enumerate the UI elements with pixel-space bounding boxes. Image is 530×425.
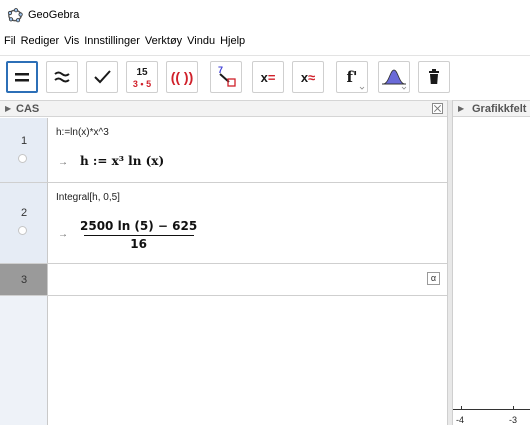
substitute-tool[interactable]: 7: [210, 61, 242, 93]
evaluate-tool[interactable]: [6, 61, 38, 93]
output-arrow-icon: →: [58, 157, 68, 168]
output-arrow-icon: →: [58, 229, 68, 240]
substitute-icon: 7: [218, 65, 236, 87]
x-tick-label: -4: [456, 415, 465, 425]
menu-fil[interactable]: Fil: [4, 35, 16, 47]
trash-icon: [429, 69, 439, 84]
menu-innstillinger[interactable]: Innstillinger: [84, 35, 140, 47]
menu-rediger[interactable]: Rediger: [21, 35, 60, 47]
probability-tool[interactable]: [378, 61, 410, 93]
collapse-triangle-icon[interactable]: ▶: [458, 104, 464, 113]
solve-numerically-tool[interactable]: x ≈: [292, 61, 324, 93]
cas-row-2[interactable]: 2 Integral[h, 0,5] → 2500 ln (5) − 625 1…: [0, 183, 447, 264]
factor-bottom-label: 3 • 5: [133, 79, 151, 89]
menu-vindu[interactable]: Vindu: [187, 35, 215, 47]
x-tick: [513, 406, 514, 410]
expand-tool[interactable]: (( )): [166, 61, 198, 93]
fraction-bar: [83, 235, 194, 236]
row-number: 2: [20, 207, 28, 219]
solve-icon: x =: [260, 69, 276, 85]
row-header[interactable]: 3: [0, 264, 48, 295]
title-bar: GeoGebra: [0, 0, 530, 30]
equals-icon: [15, 73, 29, 82]
chevron-down-icon: [359, 86, 365, 90]
keep-input-tool[interactable]: [86, 61, 118, 93]
row-number: 1: [20, 135, 28, 147]
x-axis: [453, 409, 530, 410]
menu-vis[interactable]: Vis: [64, 35, 79, 47]
cas-view: 1 h:=ln(x)*x^3 → h := x³ ln (x) 2 Integr…: [0, 118, 447, 425]
graphics-view-header: ▶ Grafikkfelt: [453, 100, 530, 117]
numeric-tool[interactable]: [46, 61, 78, 93]
delete-tool[interactable]: [418, 61, 450, 93]
solve-numerically-icon: x ≈: [300, 69, 316, 85]
graphics-view-title: Grafikkfelt: [472, 103, 527, 115]
solve-tool[interactable]: x =: [252, 61, 284, 93]
checkmark-icon: [94, 70, 111, 84]
expand-label: (( )): [171, 69, 194, 85]
factor-top-label: 15: [136, 67, 148, 78]
cas-view-header: ▶ CAS: [0, 100, 447, 117]
factor-tool[interactable]: 15 3 • 5: [126, 61, 158, 93]
x-tick-label: -3: [509, 415, 518, 425]
cas-input[interactable]: h:=ln(x)*x^3: [56, 127, 109, 138]
cas-view-title: CAS: [16, 103, 40, 115]
menu-bar: Fil Rediger Vis Innstillinger Verktøy Vi…: [0, 31, 530, 51]
row-header[interactable]: 1: [0, 118, 48, 182]
approx-icon: [54, 71, 70, 83]
close-icon[interactable]: [432, 103, 443, 114]
cas-input[interactable]: Integral[h, 0,5]: [56, 192, 120, 203]
cas-output: h := x³ ln (x): [80, 154, 165, 168]
visibility-toggle[interactable]: [18, 226, 27, 235]
cas-row-3[interactable]: 3 α: [0, 264, 447, 296]
factor-icon: 15 3 • 5: [133, 67, 151, 89]
x-tick: [461, 406, 462, 410]
normal-distribution-icon: [382, 69, 407, 90]
cas-row-1[interactable]: 1 h:=ln(x)*x^3 → h := x³ ln (x): [0, 118, 447, 183]
menu-hjelp[interactable]: Hjelp: [220, 35, 245, 47]
collapse-triangle-icon[interactable]: ▶: [5, 104, 11, 113]
graphics-view[interactable]: -4 -3: [453, 118, 530, 425]
visibility-toggle[interactable]: [18, 154, 27, 163]
derivative-tool[interactable]: f': [336, 61, 368, 93]
fraction-denominator: 16: [130, 237, 147, 251]
alpha-button[interactable]: α: [427, 272, 440, 285]
toolbar: 15 3 • 5 (( )) 7 x = x ≈ f': [0, 55, 530, 97]
row-number: 3: [20, 274, 28, 286]
fraction-numerator: 2500 ln (5) − 625: [80, 219, 198, 233]
parentheses-icon: (( )): [171, 69, 194, 85]
window-title: GeoGebra: [28, 9, 80, 21]
geogebra-icon: [7, 8, 23, 23]
row-header[interactable]: 2: [0, 183, 48, 263]
menu-verktoy[interactable]: Verktøy: [145, 35, 182, 47]
cas-output-fraction: 2500 ln (5) − 625 16: [80, 219, 197, 251]
